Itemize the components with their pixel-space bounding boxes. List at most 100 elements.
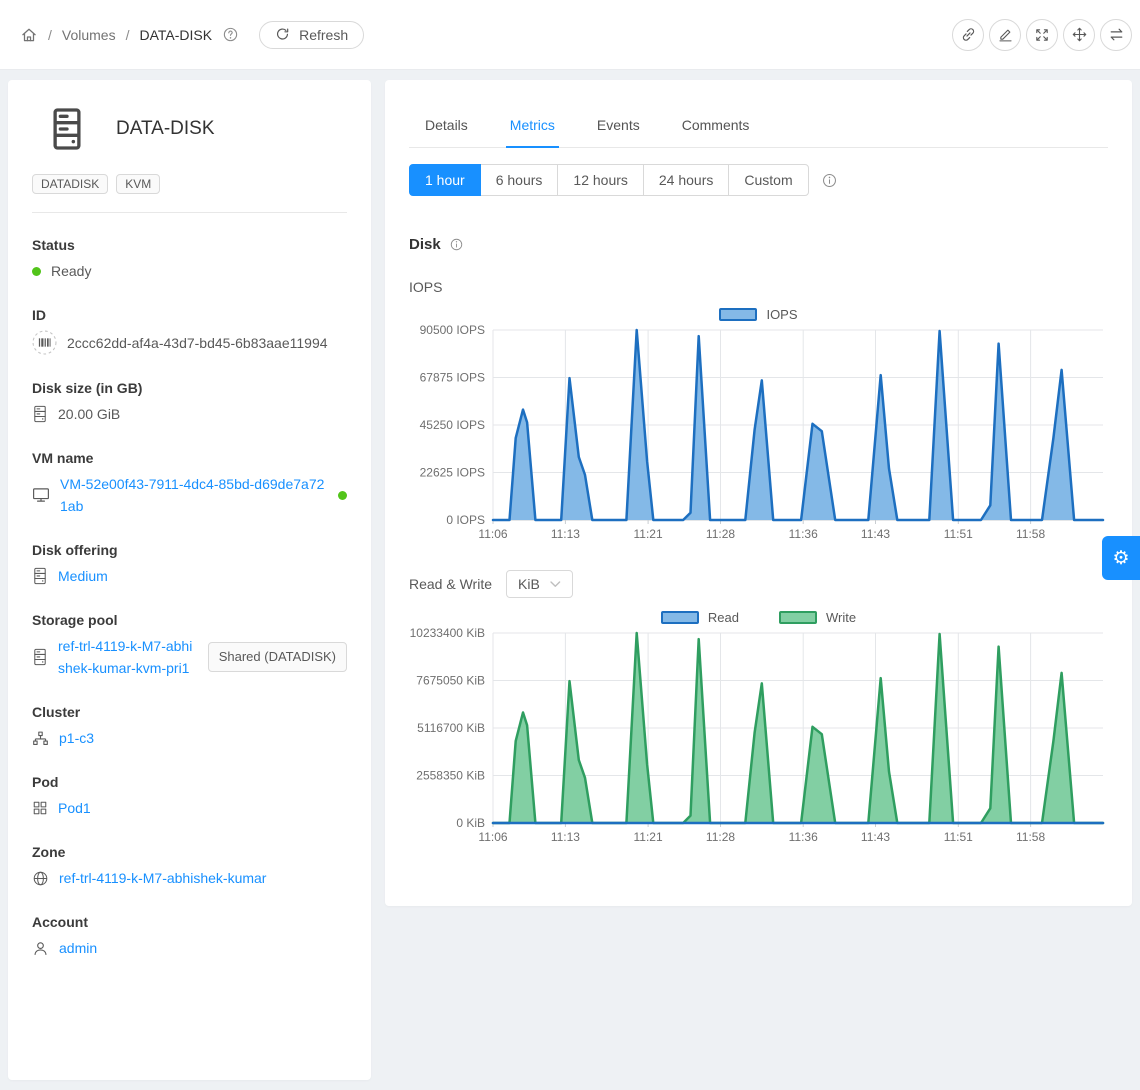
refresh-button[interactable]: Refresh <box>259 21 364 49</box>
disk-offering-link[interactable]: Medium <box>58 565 108 587</box>
link-icon <box>960 26 977 43</box>
read-write-title: Read & Write <box>409 576 492 592</box>
svg-text:11:06: 11:06 <box>478 830 507 844</box>
range-1-hour[interactable]: 1 hour <box>409 164 481 196</box>
info-circle-icon[interactable] <box>821 172 838 189</box>
field-disk-offering: Disk offering Medium <box>32 542 347 587</box>
iops-chart-title: IOPS <box>409 279 1108 295</box>
svg-text:22625 IOPS: 22625 IOPS <box>420 466 485 480</box>
tag-datadisk: DATADISK <box>32 174 108 194</box>
read-write-chart[interactable]: 10233400 KiB7675050 KiB5116700 KiB255835… <box>409 627 1108 845</box>
time-range-group: 1 hour 6 hours 12 hours 24 hours Custom <box>409 164 809 196</box>
svg-text:11:21: 11:21 <box>634 830 663 844</box>
range-24-hours[interactable]: 24 hours <box>643 164 729 196</box>
field-status: Status Ready <box>32 237 347 282</box>
disk-section-title: Disk <box>409 236 1108 253</box>
read-legend-swatch[interactable] <box>661 611 699 624</box>
unit-select[interactable]: KiB <box>506 570 573 598</box>
hdd-icon <box>32 648 48 666</box>
move-icon <box>1071 26 1088 43</box>
home-icon[interactable] <box>20 26 38 44</box>
breadcrumb-separator: / <box>48 27 52 43</box>
read-write-row: Read & Write KiB <box>409 570 1108 598</box>
breadcrumb-current: DATA-DISK <box>139 27 212 43</box>
tab-comments[interactable]: Comments <box>678 104 754 147</box>
range-6-hours[interactable]: 6 hours <box>480 164 559 196</box>
edit-button[interactable] <box>989 19 1021 51</box>
range-custom[interactable]: Custom <box>728 164 808 196</box>
zone-link[interactable]: ref-trl-4119-k-M7-abhishek-kumar <box>59 867 266 889</box>
tab-metrics[interactable]: Metrics <box>506 104 559 148</box>
page-title: DATA-DISK <box>116 118 215 140</box>
appstore-grid-icon <box>32 800 48 816</box>
detail-tabs: Details Metrics Events Comments <box>409 104 1108 148</box>
user-icon <box>32 940 49 957</box>
read-write-chart-legend: Read Write <box>409 610 1108 625</box>
svg-text:11:58: 11:58 <box>1016 527 1045 541</box>
range-12-hours[interactable]: 12 hours <box>557 164 643 196</box>
field-disk-size: Disk size (in GB) 20.00 GiB <box>32 380 347 425</box>
field-id: ID 2ccc62dd-af4a-43d7-bd45-6b83 <box>32 307 347 355</box>
pod-link[interactable]: Pod1 <box>58 797 91 819</box>
info-circle-icon[interactable] <box>449 237 464 252</box>
resource-tags: DATADISK KVM <box>32 174 347 194</box>
cluster-link[interactable]: p1-c3 <box>59 727 94 749</box>
account-link[interactable]: admin <box>59 937 97 959</box>
svg-text:11:36: 11:36 <box>789 527 818 541</box>
reload-icon <box>275 27 290 42</box>
resource-info-card: DATA-DISK DATADISK KVM Status Ready ID <box>8 80 371 1080</box>
write-legend-label[interactable]: Write <box>826 610 856 625</box>
tab-details[interactable]: Details <box>421 104 472 147</box>
svg-text:10233400 KiB: 10233400 KiB <box>410 627 485 640</box>
svg-text:45250 IOPS: 45250 IOPS <box>420 418 485 432</box>
swap-button[interactable] <box>1100 19 1132 51</box>
resize-volume-button[interactable] <box>1026 19 1058 51</box>
svg-text:2558350 KiB: 2558350 KiB <box>416 769 485 783</box>
svg-text:11:28: 11:28 <box>706 527 735 541</box>
read-legend-label[interactable]: Read <box>708 610 739 625</box>
volume-hdd-icon <box>48 106 86 152</box>
migrate-volume-button[interactable] <box>1063 19 1095 51</box>
svg-text:5116700 KiB: 5116700 KiB <box>417 721 485 735</box>
svg-text:11:58: 11:58 <box>1016 830 1045 844</box>
header-action-buttons <box>952 19 1132 51</box>
tab-events[interactable]: Events <box>593 104 644 147</box>
field-account: Account admin <box>32 914 347 959</box>
id-value: 2ccc62dd-af4a-43d7-bd45-6b83aae11994 <box>67 332 328 354</box>
divider <box>32 212 347 213</box>
iops-chart[interactable]: 90500 IOPS67875 IOPS45250 IOPS22625 IOPS… <box>409 324 1108 542</box>
svg-text:0 IOPS: 0 IOPS <box>446 513 485 527</box>
svg-text:11:21: 11:21 <box>634 527 663 541</box>
help-question-icon[interactable] <box>222 26 239 43</box>
svg-text:11:13: 11:13 <box>551 527 580 541</box>
vm-state-dot <box>338 491 347 500</box>
settings-fab-button[interactable]: ⚙ <box>1102 536 1140 580</box>
swap-icon <box>1108 26 1125 43</box>
barcode-icon <box>32 330 57 355</box>
write-legend-swatch[interactable] <box>779 611 817 624</box>
disk-size-value: 20.00 GiB <box>58 403 120 425</box>
copy-link-button[interactable] <box>952 19 984 51</box>
time-range-row: 1 hour 6 hours 12 hours 24 hours Custom <box>409 164 1108 196</box>
breadcrumb-separator: / <box>126 27 130 43</box>
svg-text:11:43: 11:43 <box>861 830 890 844</box>
iops-chart-legend: IOPS <box>409 307 1108 322</box>
storage-pool-link[interactable]: ref-trl-4119-k-M7-abhishek-kumar-kvm-pri… <box>58 635 198 679</box>
vm-name-link[interactable]: VM-52e00f43-7911-4dc4-85bd-d69de7a721ab <box>60 473 328 517</box>
field-zone: Zone ref-trl-4119-k-M7-abhishek-kumar <box>32 844 347 889</box>
resource-header: DATA-DISK <box>32 106 347 152</box>
breadcrumb-volumes[interactable]: Volumes <box>62 27 116 43</box>
tag-kvm: KVM <box>116 174 160 194</box>
iops-legend-label[interactable]: IOPS <box>766 307 797 322</box>
globe-icon <box>32 870 49 887</box>
svg-text:0 KiB: 0 KiB <box>456 816 485 830</box>
gear-icon: ⚙ <box>1112 547 1129 570</box>
field-cluster: Cluster p1-c3 <box>32 704 347 749</box>
iops-legend-swatch[interactable] <box>719 308 757 321</box>
svg-text:11:28: 11:28 <box>706 830 735 844</box>
field-pod: Pod Pod1 <box>32 774 347 819</box>
status-dot <box>32 267 41 276</box>
breadcrumb: / Volumes / DATA-DISK Refresh <box>20 21 364 49</box>
svg-text:11:51: 11:51 <box>944 527 973 541</box>
svg-text:11:36: 11:36 <box>789 830 818 844</box>
